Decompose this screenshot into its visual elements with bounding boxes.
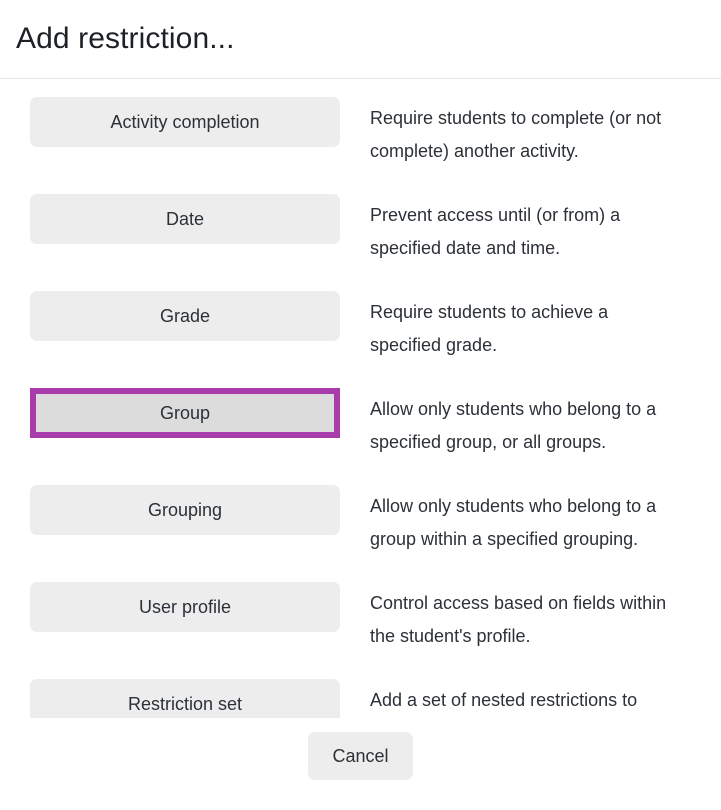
option-description-cell: Prevent access until (or from) a specifi…	[370, 194, 721, 291]
restriction-option-description: Allow only students who belong to a spec…	[370, 399, 657, 452]
restriction-option-description: Require students to complete (or not com…	[370, 108, 662, 161]
restriction-option-button[interactable]: Grade	[30, 291, 340, 341]
option-button-cell: Grouping	[0, 485, 370, 582]
restriction-option-row: Restriction set Add a set of nested restr…	[0, 679, 721, 718]
restriction-option-description: Prevent access until (or from) a specifi…	[370, 205, 621, 258]
restriction-option-row: Activity completion Require students to c…	[0, 97, 721, 194]
restriction-option-button[interactable]: Group	[30, 388, 340, 438]
option-button-cell: Date	[0, 194, 370, 291]
restriction-option-description: Require students to achieve a specified …	[370, 302, 609, 355]
add-restriction-dialog: Add restriction... Activity completion Re…	[0, 0, 721, 810]
restriction-option-button[interactable]: Grouping	[30, 485, 340, 535]
dialog-footer: Cancel	[0, 718, 721, 810]
restriction-option-row: Grade Require students to achieve a speci…	[0, 291, 721, 388]
restriction-option-button[interactable]: Activity completion	[30, 97, 340, 147]
option-button-cell: Restriction set	[0, 679, 370, 718]
dialog-title: Add restriction...	[16, 22, 235, 55]
option-button-cell: Activity completion	[0, 97, 370, 194]
restriction-option-button[interactable]: User profile	[30, 582, 340, 632]
option-description-cell: Require students to achieve a specified …	[370, 291, 721, 388]
restriction-option-button[interactable]: Restriction set	[30, 679, 340, 718]
restriction-option-description: Control access based on fields within th…	[370, 593, 667, 646]
option-description-cell: Control access based on fields within th…	[370, 582, 721, 679]
option-description-cell: Allow only students who belong to a grou…	[370, 485, 721, 582]
options-table-body: Activity completion Require students to c…	[0, 97, 721, 718]
restriction-option-row: User profile Control access based on fiel…	[0, 582, 721, 679]
restriction-option-button[interactable]: Date	[30, 194, 340, 244]
option-description-cell: Add a set of nested restrictions to appl…	[370, 679, 721, 718]
restriction-option-description: Add a set of nested restrictions to appl…	[370, 690, 638, 710]
dialog-header: Add restriction...	[0, 0, 721, 79]
option-button-cell: Grade	[0, 291, 370, 388]
restriction-option-row: Grouping Allow only students who belong t…	[0, 485, 721, 582]
restriction-option-row: Date Prevent access until (or from) a spe…	[0, 194, 721, 291]
option-button-cell: Group	[0, 388, 370, 485]
restriction-options-list: Activity completion Require students to c…	[0, 79, 721, 718]
restriction-option-row: Group Allow only students who belong to a…	[0, 388, 721, 485]
options-table: Activity completion Require students to c…	[0, 97, 721, 718]
cancel-button[interactable]: Cancel	[308, 732, 413, 780]
option-description-cell: Allow only students who belong to a spec…	[370, 388, 721, 485]
option-button-cell: User profile	[0, 582, 370, 679]
option-description-cell: Require students to complete (or not com…	[370, 97, 721, 194]
restriction-option-description: Allow only students who belong to a grou…	[370, 496, 657, 549]
